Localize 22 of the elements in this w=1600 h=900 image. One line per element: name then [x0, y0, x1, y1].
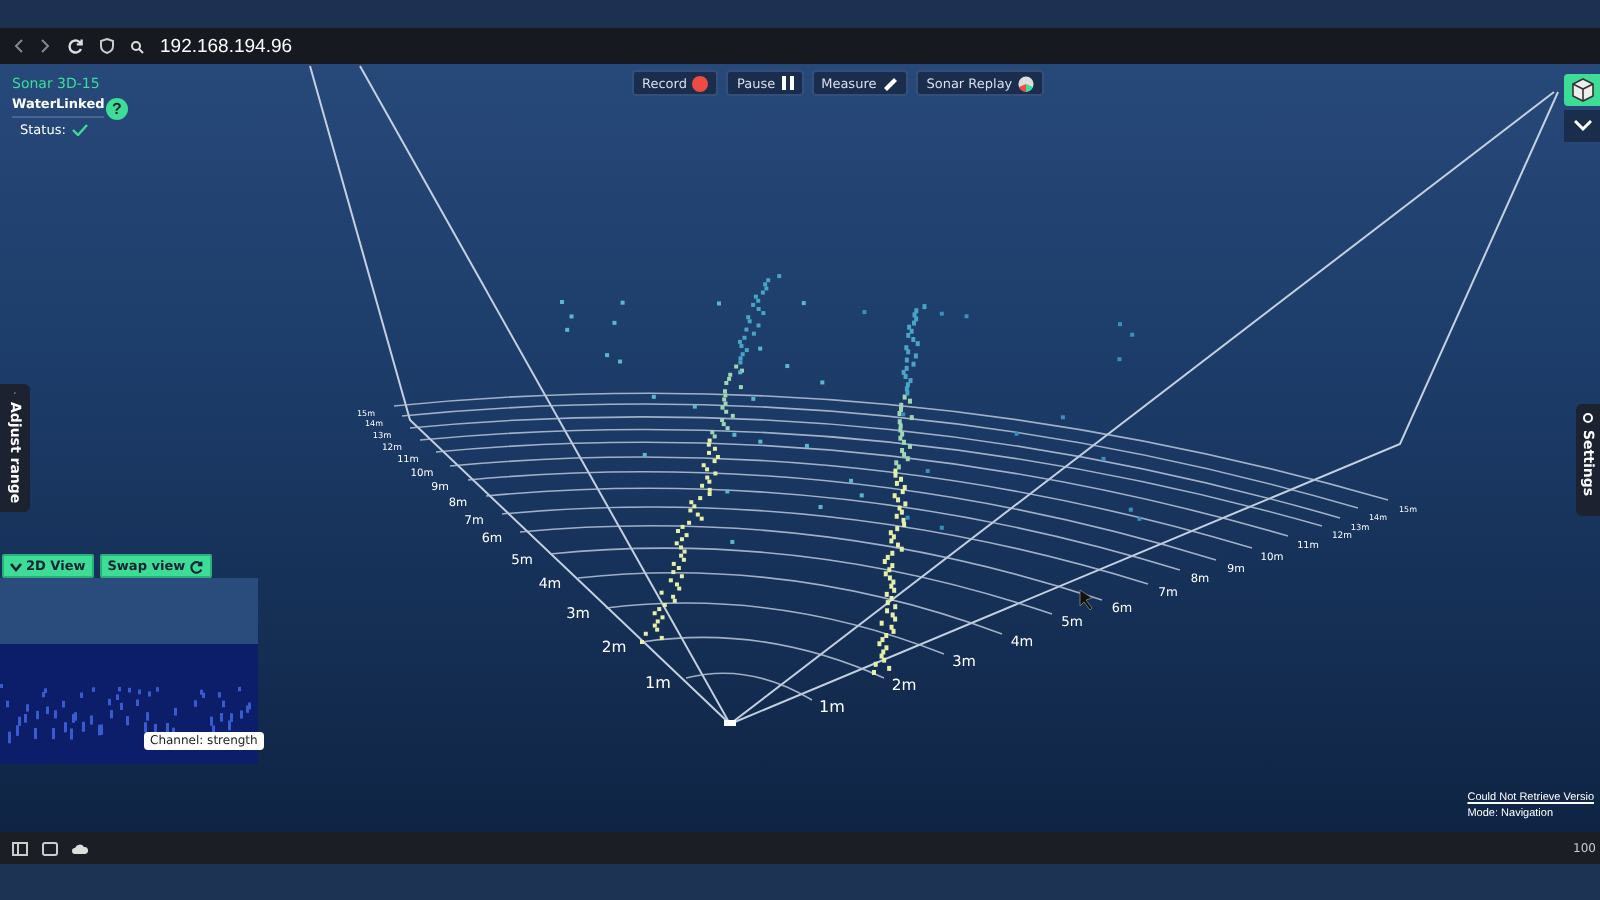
refresh-icon	[189, 559, 204, 573]
chevron-down-icon	[10, 561, 22, 571]
forward-icon[interactable]	[40, 38, 52, 54]
view-cube-button[interactable]	[1564, 74, 1600, 106]
pause-icon	[781, 76, 794, 90]
url-text[interactable]: 192.168.194.96	[160, 35, 293, 57]
ruler-icon	[882, 75, 899, 91]
back-icon[interactable]	[12, 38, 24, 54]
help-button[interactable]: ?	[106, 98, 128, 120]
screen-icon[interactable]	[42, 841, 58, 855]
gear-icon	[1582, 412, 1594, 424]
shield-icon[interactable]	[100, 38, 114, 54]
reload-icon[interactable]	[68, 38, 84, 54]
sidebar-icon[interactable]	[12, 841, 28, 855]
cloud-icon[interactable]	[72, 843, 88, 853]
dropdown-button[interactable]	[1564, 110, 1600, 142]
cursor-icon	[1079, 589, 1093, 611]
range-label: 1m	[645, 674, 671, 692]
record-dot-icon	[692, 75, 709, 91]
chevron-down-icon	[1573, 120, 1591, 132]
range-label: 1m	[819, 698, 845, 716]
search-icon	[130, 39, 144, 53]
